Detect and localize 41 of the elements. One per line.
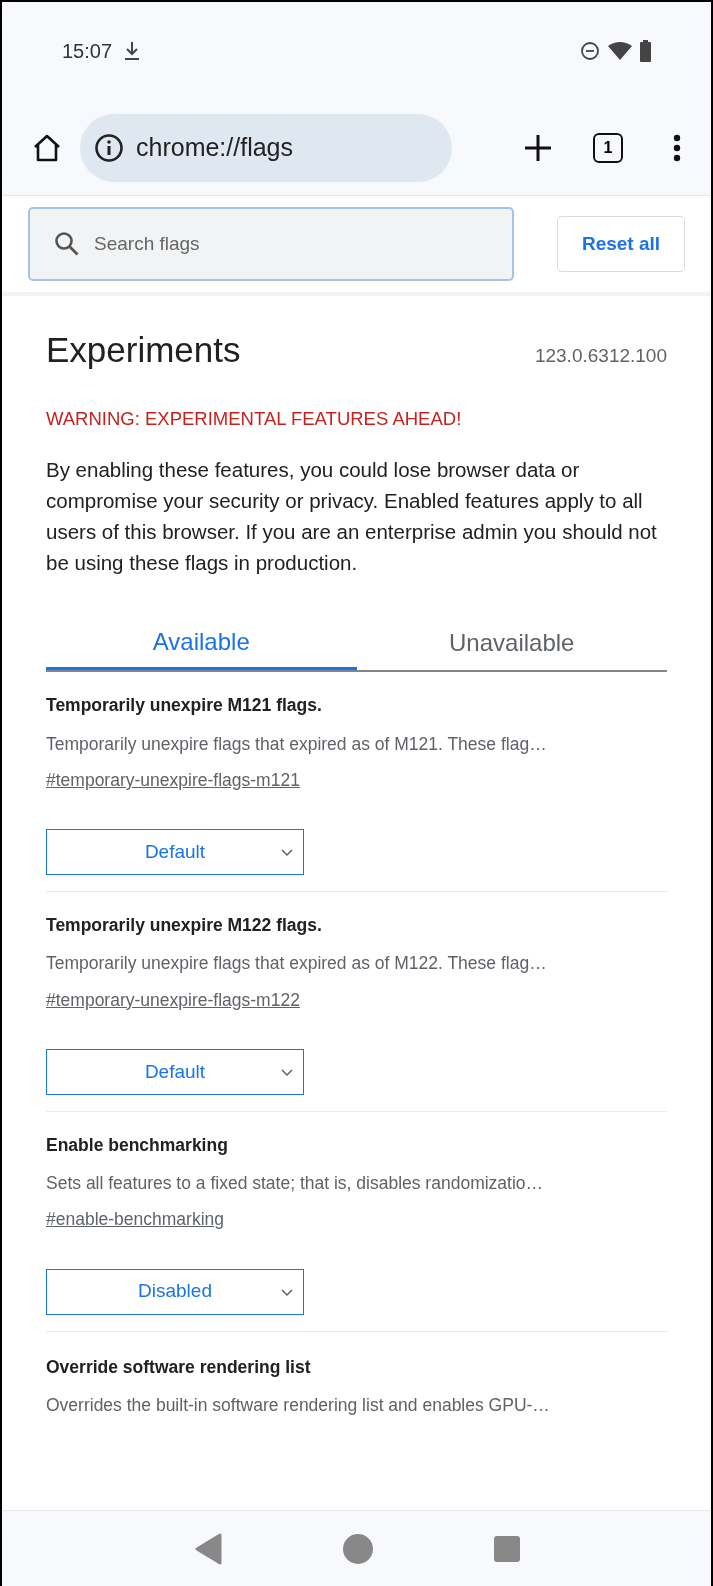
tab[interactable]: Unavailable: [356, 616, 667, 671]
chevron-down-icon: [281, 1288, 293, 1297]
chevron-down-icon: [281, 1068, 293, 1077]
menu-icon[interactable]: [673, 133, 681, 162]
flag-link[interactable]: #enable-benchmarking: [46, 1206, 225, 1233]
flag-link[interactable]: #temporary-unexpire-flags-m121: [46, 766, 300, 793]
tab[interactable]: Available: [46, 616, 357, 671]
warning-text: WARNING: EXPERIMENTAL FEATURES AHEAD!: [46, 406, 463, 431]
wifi-icon: [608, 42, 632, 60]
search-field[interactable]: Search flags: [28, 207, 514, 281]
info-icon: [94, 132, 124, 163]
do-not-disturb-icon: [580, 41, 600, 61]
flag-title: Temporarily unexpire M121 flags.: [46, 694, 323, 718]
download-icon: [124, 41, 141, 61]
flag-description: Temporarily unexpire flags that expired as of M121. These flag…: [46, 732, 548, 756]
home-icon[interactable]: [32, 133, 62, 162]
search-icon: [54, 231, 80, 257]
flag-title: Override software rendering list: [46, 1355, 312, 1379]
flag-title: Enable benchmarking: [46, 1133, 229, 1157]
new-tab-icon[interactable]: [523, 132, 553, 163]
flag-link[interactable]: #temporary-unexpire-flags-m122: [46, 986, 300, 1013]
page-heading: Experiments: [46, 329, 241, 371]
flag-description: Sets all features to a fixed state; that is, disables randomizatio…: [46, 1172, 545, 1195]
url-text: chrome://flags: [136, 131, 293, 163]
flag-description: Overrides the built-in software rendering list and enables GPU-…: [46, 1393, 551, 1417]
flag-dropdown[interactable]: Default: [46, 829, 304, 875]
version-text: 123.0.6312.100: [534, 344, 667, 368]
status-time: 15:07: [62, 39, 113, 64]
intro-paragraph: By enabling these features, you could lose browser data or compromise your security or privacy. Enabled features apply to all users of this browser. If you are an enterprise admin you should not be using these flags in production.: [46, 457, 658, 577]
tab-switcher[interactable]: 1: [593, 132, 623, 163]
flag-description: Temporarily unexpire flags that expired as of M122. These flag…: [46, 952, 548, 976]
search-input: Search flags: [94, 229, 474, 259]
back-icon[interactable]: [193, 1532, 222, 1565]
recents-icon[interactable]: [493, 1535, 520, 1562]
flag-dropdown[interactable]: Default: [46, 1048, 304, 1095]
address-bar[interactable]: chrome://flags: [80, 113, 452, 182]
flag-dropdown[interactable]: Disabled: [46, 1268, 304, 1315]
chevron-down-icon: [281, 849, 293, 857]
battery-icon: [640, 40, 651, 62]
flag-title: Temporarily unexpire M122 flags.: [46, 914, 323, 937]
reset-all-button[interactable]: Reset all: [557, 216, 685, 272]
